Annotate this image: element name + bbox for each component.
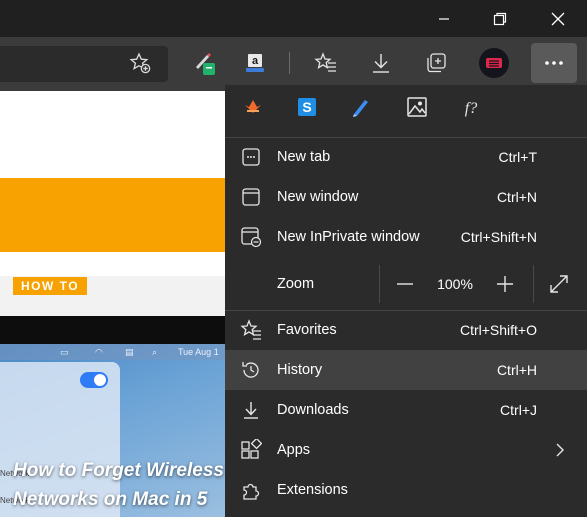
minimize-button[interactable] xyxy=(418,0,470,37)
wifi-toggle xyxy=(80,372,108,388)
extension-fx-button[interactable]: f? xyxy=(457,93,485,121)
svg-text:f?: f? xyxy=(465,100,477,117)
zoom-row: Zoom 100% xyxy=(225,260,587,308)
extension-image-icon xyxy=(407,97,427,117)
more-icon xyxy=(545,61,563,65)
extension-orange-icon xyxy=(245,100,261,113)
collections-button[interactable] xyxy=(416,43,456,83)
menu-item-downloads[interactable]: Downloads Ctrl+J xyxy=(225,390,587,430)
svg-text:S: S xyxy=(302,99,311,115)
restore-button[interactable] xyxy=(474,0,526,37)
toolbar-separator xyxy=(289,52,290,74)
history-label: History xyxy=(277,362,323,378)
menu-item-new-window[interactable]: New window Ctrl+N xyxy=(225,177,587,217)
chevron-right-icon xyxy=(556,443,564,457)
menu-item-apps[interactable]: Apps xyxy=(225,430,587,470)
downloads-icon xyxy=(373,54,389,73)
fullscreen-button[interactable] xyxy=(541,266,577,302)
extension-amazon-icon: a xyxy=(246,54,264,72)
svg-text:a: a xyxy=(252,55,259,67)
zoom-value: 100% xyxy=(437,276,473,292)
new-tab-icon xyxy=(240,146,262,168)
history-shortcut: Ctrl+H xyxy=(496,362,537,378)
new-inprivate-shortcut: Ctrl+Shift+N xyxy=(460,229,537,245)
zoom-in-button[interactable] xyxy=(487,266,523,302)
inprivate-icon xyxy=(240,226,262,248)
favorites-menu-icon xyxy=(240,319,262,341)
downloads-button[interactable] xyxy=(361,43,401,83)
menu-item-new-tab[interactable]: New tab Ctrl+T xyxy=(225,137,587,177)
menu-item-new-inprivate[interactable]: New InPrivate window Ctrl+Shift+N xyxy=(225,217,587,257)
history-icon xyxy=(240,359,262,381)
settings-menu: S f? New tab Ctrl+T New window Ctrl+N Ne… xyxy=(225,84,587,517)
extensions-row: S f? xyxy=(225,85,587,129)
zoom-out-button[interactable] xyxy=(387,266,423,302)
restore-icon xyxy=(493,12,507,25)
extension-amazon-button[interactable]: a xyxy=(236,43,276,83)
battery-icon: ▭ xyxy=(60,347,69,357)
new-tab-shortcut: Ctrl+T xyxy=(498,149,538,165)
extension-pencil-button[interactable] xyxy=(347,93,375,121)
search-icon: ⌕ xyxy=(152,347,158,357)
wifi-icon: ◠ xyxy=(95,347,103,357)
zoom-divider xyxy=(533,265,534,303)
extensions-label: Extensions xyxy=(277,482,348,498)
favorites-shortcut: Ctrl+Shift+O xyxy=(459,322,537,338)
close-button[interactable] xyxy=(532,0,584,37)
web-page: HOW TO ▭ ◠ ▤ ⌕ Tue Aug 1 Network Network… xyxy=(0,91,225,517)
mac-date: Tue Aug 1 xyxy=(178,347,219,357)
zoom-divider xyxy=(379,265,380,303)
extension-image-button[interactable] xyxy=(403,93,431,121)
category-badge[interactable]: HOW TO xyxy=(13,277,88,295)
new-window-shortcut: Ctrl+N xyxy=(496,189,537,205)
extension-pencil-icon xyxy=(353,100,368,117)
page-divider xyxy=(0,316,225,344)
favorite-add-button[interactable] xyxy=(120,43,160,83)
title-bar xyxy=(0,0,587,37)
close-icon xyxy=(551,12,565,25)
plus-icon xyxy=(497,276,513,292)
collections-icon xyxy=(427,53,446,73)
menu-item-extensions[interactable]: Extensions xyxy=(225,470,587,510)
minus-icon xyxy=(397,283,413,285)
article-headline[interactable]: How to Forget Wireless Networks on Mac i… xyxy=(13,456,225,514)
new-tab-label: New tab xyxy=(277,149,331,165)
control-center-icon: ▤ xyxy=(125,347,134,357)
downloads-label: Downloads xyxy=(277,402,349,418)
profile-button[interactable] xyxy=(474,43,514,83)
menu-item-history[interactable]: History Ctrl+H xyxy=(225,350,587,390)
toolbar: a xyxy=(0,37,587,91)
extension-orange-button[interactable] xyxy=(239,93,267,121)
apps-icon xyxy=(240,439,262,461)
mac-menu-bar: ▭ ◠ ▤ ⌕ Tue Aug 1 xyxy=(0,344,225,360)
favorites-label: Favorites xyxy=(277,322,337,338)
favorites-button[interactable] xyxy=(306,43,346,83)
extensions-icon xyxy=(240,479,262,501)
orange-banner xyxy=(0,178,225,252)
fullscreen-icon xyxy=(550,275,568,293)
extension-s-button[interactable]: S xyxy=(293,93,321,121)
extension-pen-button[interactable] xyxy=(184,43,224,83)
extension-s-icon: S xyxy=(298,98,316,116)
minimize-icon xyxy=(439,17,449,20)
extension-fx-icon: f? xyxy=(465,100,477,117)
new-inprivate-label: New InPrivate window xyxy=(277,229,420,245)
favorites-icon xyxy=(314,52,336,72)
new-window-icon xyxy=(240,186,262,208)
more-button[interactable] xyxy=(531,43,577,83)
downloads-shortcut: Ctrl+J xyxy=(500,402,537,418)
profile-icon xyxy=(479,48,509,78)
downloads-menu-icon xyxy=(240,399,262,421)
apps-label: Apps xyxy=(277,442,311,458)
menu-item-favorites[interactable]: Favorites Ctrl+Shift+O xyxy=(225,310,587,350)
zoom-label: Zoom xyxy=(277,276,315,292)
favorite-add-icon xyxy=(129,52,151,74)
extension-pen-icon xyxy=(196,53,215,75)
new-window-label: New window xyxy=(277,189,359,205)
